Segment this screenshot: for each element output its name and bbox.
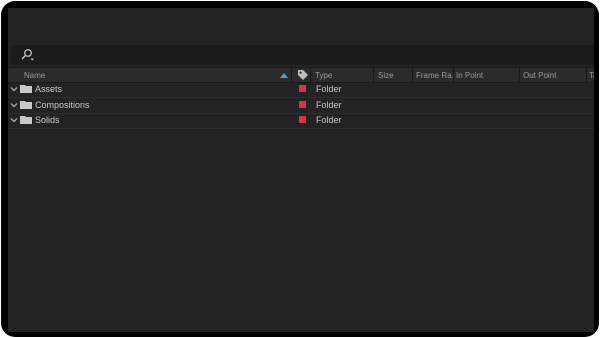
project-panel: Name Type Size Frame Ra... In Point Out … xyxy=(8,8,594,332)
column-size[interactable]: Size xyxy=(378,70,410,81)
item-type: Folder xyxy=(316,115,342,125)
folder-icon xyxy=(20,101,32,109)
project-item-row[interactable]: Compositions Folder xyxy=(8,98,594,114)
item-name: Compositions xyxy=(35,100,90,110)
column-out-point[interactable]: Out Point xyxy=(523,70,583,81)
tag-icon[interactable] xyxy=(297,69,309,81)
column-divider[interactable] xyxy=(373,68,374,82)
search-input[interactable] xyxy=(37,47,581,65)
label-color-swatch[interactable] xyxy=(299,116,306,123)
project-item-row[interactable]: Assets Folder xyxy=(8,82,594,98)
column-divider[interactable] xyxy=(519,68,520,82)
column-divider[interactable] xyxy=(310,68,311,82)
item-type: Folder xyxy=(316,100,342,110)
item-type: Folder xyxy=(316,84,342,94)
item-name: Assets xyxy=(35,84,63,94)
column-type[interactable]: Type xyxy=(315,70,370,81)
column-divider[interactable] xyxy=(453,68,454,82)
chevron-down-icon[interactable] xyxy=(10,85,18,93)
column-header-row: Name Type Size Frame Ra... In Point Out … xyxy=(8,67,594,83)
column-name[interactable]: Name xyxy=(24,70,274,81)
label-color-swatch[interactable] xyxy=(299,101,306,108)
label-color-swatch[interactable] xyxy=(299,85,306,92)
column-in-point[interactable]: In Point xyxy=(456,70,516,81)
search-icon[interactable] xyxy=(19,48,35,62)
chevron-down-icon[interactable] xyxy=(10,116,18,124)
column-divider[interactable] xyxy=(412,68,413,82)
project-item-row[interactable]: Solids Folder xyxy=(8,113,594,129)
sort-ascending-icon[interactable] xyxy=(280,73,288,78)
column-divider[interactable] xyxy=(291,68,292,82)
window-frame: Name Type Size Frame Ra... In Point Out … xyxy=(1,1,599,337)
column-frame-rate[interactable]: Frame Ra... xyxy=(416,70,454,81)
search-bar[interactable] xyxy=(11,45,594,65)
folder-icon xyxy=(20,116,32,124)
column-divider[interactable] xyxy=(586,68,587,82)
column-tape[interactable]: Ta xyxy=(589,70,594,81)
item-name: Solids xyxy=(35,115,60,125)
chevron-down-icon[interactable] xyxy=(10,101,18,109)
folder-icon xyxy=(20,85,32,93)
